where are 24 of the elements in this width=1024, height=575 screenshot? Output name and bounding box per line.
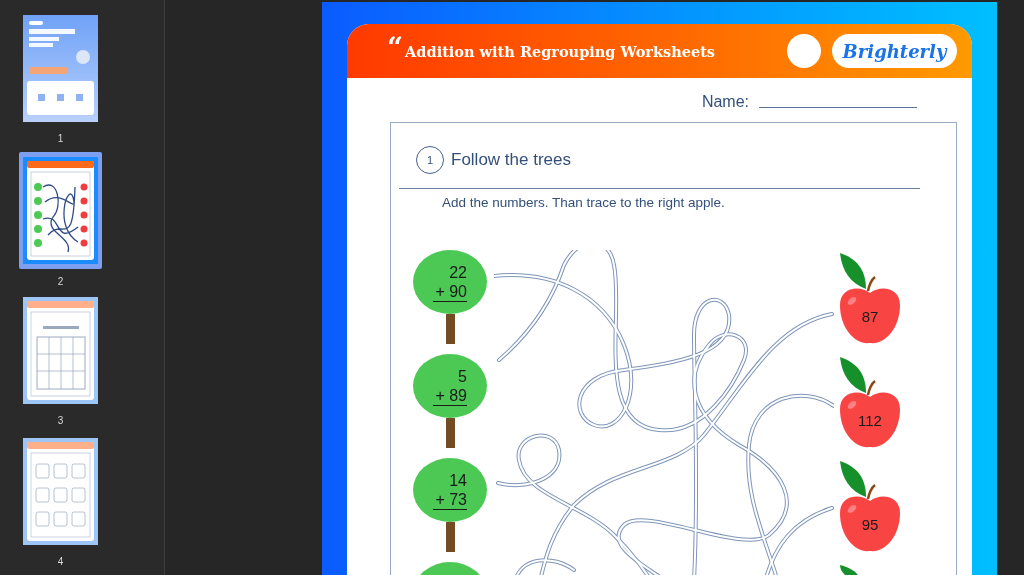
tree-trunk <box>445 314 455 344</box>
tree-trunk <box>445 418 455 448</box>
apple-number: 95 <box>860 516 880 533</box>
addend: + 73 <box>433 489 467 510</box>
page-number: 4 <box>57 556 64 567</box>
apple-number: 112 <box>857 412 883 429</box>
page-number: 2 <box>57 276 64 287</box>
addend: + 90 <box>433 281 467 302</box>
addend: 5 <box>458 366 467 386</box>
addend: 22 <box>449 262 467 282</box>
exercise-title: Follow the trees <box>451 150 571 170</box>
tree-trunk <box>445 522 455 552</box>
instruction-text: Add the numbers. Than trace to the right apple. <box>442 195 726 210</box>
worksheet-title: Addition with Regrouping Worksheets <box>405 42 716 60</box>
addend: + 89 <box>433 385 467 406</box>
page-number: 1 <box>57 133 64 144</box>
leaf-drawing <box>840 565 858 575</box>
addend: 14 <box>449 470 467 490</box>
quote-mark: “ <box>387 34 404 62</box>
apple-number: 87 <box>860 308 880 325</box>
header-circle <box>787 34 821 68</box>
name-label: Name: <box>701 93 749 111</box>
brand-logo: Brighterly <box>832 34 957 68</box>
page-number: 3 <box>57 415 64 426</box>
